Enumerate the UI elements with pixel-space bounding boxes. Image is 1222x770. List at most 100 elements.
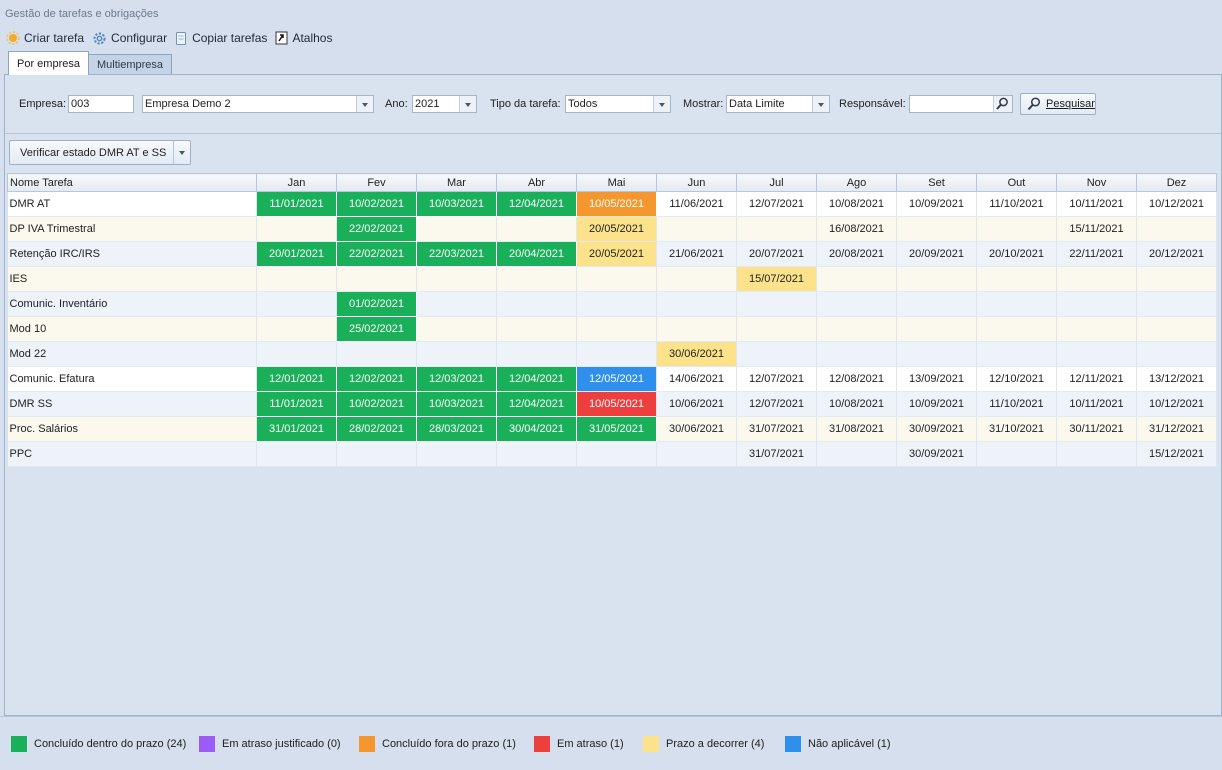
date-cell[interactable]: [736, 316, 817, 342]
column-header-month[interactable]: Ago: [816, 173, 897, 192]
date-cell[interactable]: 22/03/2021: [416, 241, 497, 267]
date-cell[interactable]: 31/05/2021: [576, 416, 657, 442]
date-cell[interactable]: [816, 316, 897, 342]
tab-multiempresa[interactable]: Multiempresa: [87, 54, 173, 75]
date-cell[interactable]: 28/03/2021: [416, 416, 497, 442]
date-cell[interactable]: 01/02/2021: [336, 291, 417, 317]
date-cell[interactable]: 11/10/2021: [976, 191, 1057, 217]
date-cell[interactable]: 30/06/2021: [656, 416, 737, 442]
date-cell[interactable]: 20/05/2021: [576, 241, 657, 267]
date-cell[interactable]: [1136, 316, 1217, 342]
date-cell[interactable]: [576, 266, 657, 292]
date-cell[interactable]: [576, 441, 657, 467]
date-cell[interactable]: 10/08/2021: [816, 191, 897, 217]
date-cell[interactable]: [256, 216, 337, 242]
date-cell[interactable]: [816, 291, 897, 317]
date-cell[interactable]: 31/12/2021: [1136, 416, 1217, 442]
date-cell[interactable]: [896, 291, 977, 317]
column-header-month[interactable]: Set: [896, 173, 977, 192]
date-cell[interactable]: 20/12/2021: [1136, 241, 1217, 267]
date-cell[interactable]: 30/09/2021: [896, 441, 977, 467]
task-name-cell[interactable]: PPC: [7, 441, 257, 467]
date-cell[interactable]: [256, 316, 337, 342]
date-cell[interactable]: 31/01/2021: [256, 416, 337, 442]
date-cell[interactable]: 12/04/2021: [496, 391, 577, 417]
date-cell[interactable]: [896, 341, 977, 367]
date-cell[interactable]: 10/03/2021: [416, 191, 497, 217]
date-cell[interactable]: 12/07/2021: [736, 391, 817, 417]
date-cell[interactable]: 10/02/2021: [336, 191, 417, 217]
column-header-month[interactable]: Jun: [656, 173, 737, 192]
date-cell[interactable]: 12/01/2021: [256, 366, 337, 392]
tab-por-empresa[interactable]: Por empresa: [8, 51, 89, 75]
column-header-month[interactable]: Jul: [736, 173, 817, 192]
date-cell[interactable]: 30/06/2021: [656, 341, 737, 367]
create-task-button[interactable]: Criar tarefa: [6, 31, 84, 45]
date-cell[interactable]: [816, 341, 897, 367]
date-cell[interactable]: [256, 291, 337, 317]
date-cell[interactable]: [416, 316, 497, 342]
date-cell[interactable]: [816, 441, 897, 467]
date-cell[interactable]: 22/02/2021: [336, 241, 417, 267]
date-cell[interactable]: 20/10/2021: [976, 241, 1057, 267]
date-cell[interactable]: 30/09/2021: [896, 416, 977, 442]
date-cell[interactable]: [416, 341, 497, 367]
shortcuts-button[interactable]: Atalhos: [275, 31, 332, 45]
table-row[interactable]: Comunic. Inventário 01/02/2021: [7, 291, 1217, 317]
column-header-month[interactable]: Fev: [336, 173, 417, 192]
task-name-cell[interactable]: Comunic. Efatura: [7, 366, 257, 392]
date-cell[interactable]: [1056, 291, 1137, 317]
date-cell[interactable]: [656, 316, 737, 342]
table-row[interactable]: PPC 31/07/2021 30/09/2021 15/12/2021: [7, 441, 1217, 467]
task-name-cell[interactable]: Proc. Salários: [7, 416, 257, 442]
date-cell[interactable]: [1056, 316, 1137, 342]
date-cell[interactable]: [976, 266, 1057, 292]
date-cell[interactable]: 11/01/2021: [256, 191, 337, 217]
task-name-cell[interactable]: DMR SS: [7, 391, 257, 417]
date-cell[interactable]: [496, 316, 577, 342]
date-cell[interactable]: 31/10/2021: [976, 416, 1057, 442]
date-cell[interactable]: [736, 341, 817, 367]
mostrar-combo[interactable]: Data Limite: [726, 95, 830, 113]
date-cell[interactable]: 20/07/2021: [736, 241, 817, 267]
date-cell[interactable]: [496, 266, 577, 292]
chevron-down-icon[interactable]: [173, 141, 190, 164]
task-name-cell[interactable]: DP IVA Trimestral: [7, 216, 257, 242]
task-name-cell[interactable]: Mod 10: [7, 316, 257, 342]
date-cell[interactable]: 12/05/2021: [576, 366, 657, 392]
column-header-month[interactable]: Out: [976, 173, 1057, 192]
date-cell[interactable]: 20/09/2021: [896, 241, 977, 267]
date-cell[interactable]: [896, 316, 977, 342]
date-cell[interactable]: [736, 291, 817, 317]
date-cell[interactable]: [1136, 216, 1217, 242]
lookup-button[interactable]: [993, 96, 1012, 112]
date-cell[interactable]: 13/12/2021: [1136, 366, 1217, 392]
task-name-cell[interactable]: Comunic. Inventário: [7, 291, 257, 317]
date-cell[interactable]: [1136, 291, 1217, 317]
empresa-code-input[interactable]: 003: [68, 95, 134, 113]
table-row[interactable]: Mod 22 30/06/2021: [7, 341, 1217, 367]
chevron-down-icon[interactable]: [812, 96, 829, 112]
date-cell[interactable]: 15/07/2021: [736, 266, 817, 292]
date-cell[interactable]: [416, 216, 497, 242]
date-cell[interactable]: [976, 291, 1057, 317]
date-cell[interactable]: 12/10/2021: [976, 366, 1057, 392]
ano-combo[interactable]: 2021: [412, 95, 477, 113]
date-cell[interactable]: 15/12/2021: [1136, 441, 1217, 467]
date-cell[interactable]: [656, 441, 737, 467]
date-cell[interactable]: 10/02/2021: [336, 391, 417, 417]
date-cell[interactable]: [336, 441, 417, 467]
date-cell[interactable]: 10/08/2021: [816, 391, 897, 417]
date-cell[interactable]: [896, 266, 977, 292]
date-cell[interactable]: [1056, 266, 1137, 292]
date-cell[interactable]: [256, 266, 337, 292]
date-cell[interactable]: 12/02/2021: [336, 366, 417, 392]
date-cell[interactable]: 10/12/2021: [1136, 191, 1217, 217]
date-cell[interactable]: [336, 341, 417, 367]
date-cell[interactable]: 30/11/2021: [1056, 416, 1137, 442]
date-cell[interactable]: [496, 341, 577, 367]
date-cell[interactable]: [576, 341, 657, 367]
date-cell[interactable]: 15/11/2021: [1056, 216, 1137, 242]
date-cell[interactable]: [416, 441, 497, 467]
tipo-tarefa-combo[interactable]: Todos: [565, 95, 671, 113]
